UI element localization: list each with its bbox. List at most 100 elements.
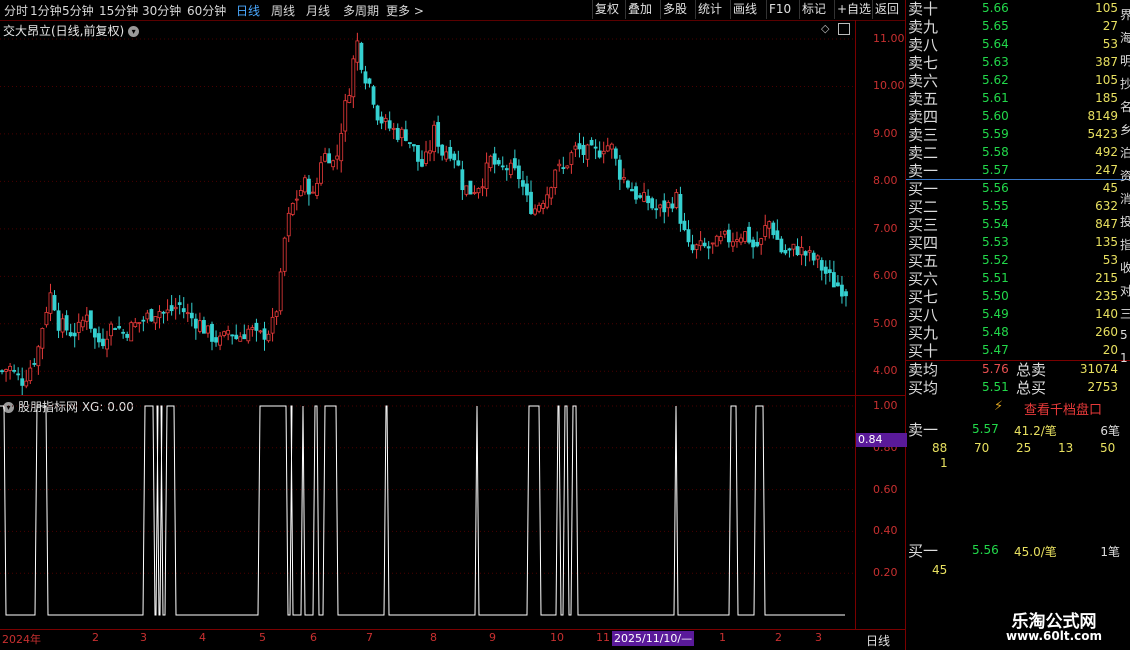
ask-total-label: 总卖 [1016,361,1047,379]
bid-level-row[interactable]: 买八 5.49 140 [906,306,1120,324]
ask-level-row[interactable]: 卖五 5.61 185 [906,90,1120,108]
level-volume: 235 [1095,289,1118,303]
level-label: 买五 [908,252,939,270]
bid-level-row[interactable]: 买二 5.55 632 [906,198,1120,216]
ask-level-row[interactable]: 卖九 5.65 27 [906,18,1120,36]
level-label: 卖三 [908,126,939,144]
bid1-count: 1笔 [1100,545,1120,559]
level-volume: 8149 [1087,109,1118,123]
clipped-char: 消 [1120,192,1130,206]
bid-level-row[interactable]: 买七 5.50 235 [906,288,1120,306]
bid1-queue-header: 买一 5.56 45.0/笔 1笔 [906,542,1120,560]
clipped-char: 海 [1120,31,1130,45]
queue-order: 88 [932,441,948,455]
level-label: 买四 [908,234,939,252]
ask-avg-label: 卖均 [908,361,939,379]
bid-level-row[interactable]: 买四 5.53 135 [906,234,1120,252]
level-volume: 847 [1095,217,1118,231]
level-label: 卖九 [908,18,939,36]
bid1-avg: 45.0/笔 [1014,545,1057,559]
level-volume: 492 [1095,145,1118,159]
ask-level-row[interactable]: 卖三 5.59 5423 [906,126,1120,144]
bid-level-row[interactable]: 买九 5.48 260 [906,324,1120,342]
indicator-tick-label: 0.60 [873,482,898,496]
bid-avg-price: 5.51 [982,380,1009,394]
date-label: 4 [199,631,206,644]
date-label: 3 [815,631,822,644]
date-label: 2024年 [2,633,41,646]
ask-level-row[interactable]: 卖一 5.57 247 [906,162,1120,180]
level-label: 买十 [908,342,939,360]
bid1-price: 5.56 [972,543,999,557]
date-axis: 2024年 2 3 4 5 6 7 8 9 10 11 1 2 3 2025/1… [0,630,905,650]
ask-avg-price: 5.76 [982,362,1009,376]
date-label: 9 [489,631,496,644]
level-label: 卖八 [908,36,939,54]
level-price: 5.66 [982,1,1009,15]
level-price: 5.52 [982,253,1009,267]
clipped-char: 对 [1120,284,1130,298]
clipped-char: 界 [1120,8,1130,22]
level-price: 5.63 [982,55,1009,69]
level-price: 5.59 [982,127,1009,141]
lightning-icon: ⚡ [994,399,1004,414]
level-label: 卖十 [908,0,939,18]
queue-order: 25 [1016,441,1032,455]
level-price: 5.47 [982,343,1009,357]
level-price: 5.49 [982,307,1009,321]
ask1-price: 5.57 [972,422,999,436]
level-price: 5.61 [982,91,1009,105]
level-price: 5.51 [982,271,1009,285]
date-label: 6 [310,631,317,644]
ask-level-row[interactable]: 卖八 5.64 53 [906,36,1120,54]
clipped-char: 乡 [1120,123,1130,137]
level-price: 5.60 [982,109,1009,123]
level-volume: 260 [1095,325,1118,339]
ask-level-row[interactable]: 卖六 5.62 105 [906,72,1120,90]
level-label: 卖四 [908,108,939,126]
indicator-axis: 1.00 0.80 0.60 0.40 0.20 [0,0,905,630]
bid-level-row[interactable]: 买六 5.51 215 [906,270,1120,288]
clipped-char: 名 [1120,100,1130,114]
indicator-tick-label: 0.40 [873,524,898,538]
bid-level-row[interactable]: 买十 5.47 20 [906,342,1120,360]
queue-order: 45 [932,563,948,577]
clipped-char: 三 [1120,307,1130,321]
ask-level-row[interactable]: 卖七 5.63 387 [906,54,1120,72]
level-volume: 247 [1095,163,1118,177]
level-price: 5.57 [982,163,1009,177]
clipped-char: 明 [1120,54,1130,68]
queue-order: 70 [974,441,990,455]
clipped-char: 抄 [1120,77,1130,91]
bid1-label: 买一 [908,542,939,560]
level-label: 买一 [908,180,939,198]
level-volume: 387 [1095,55,1118,69]
view-depth-button[interactable]: 查看千档盘口 [1024,399,1102,418]
level-price: 5.62 [982,73,1009,87]
clipped-char: 泊 [1120,146,1130,160]
ask-level-row[interactable]: 卖四 5.60 8149 [906,108,1120,126]
indicator-tick-label: 1.00 [873,399,898,412]
clipped-char: 收 [1120,261,1130,275]
clipped-char: 1 [1120,351,1128,365]
level-label: 买二 [908,198,939,216]
level-price: 5.53 [982,235,1009,249]
queue-order: 1 [940,456,948,470]
period-label: 日线 [866,634,891,648]
indicator-current-value: 0.84 [856,433,907,447]
bid-level-row[interactable]: 买五 5.52 53 [906,252,1120,270]
level-price: 5.64 [982,37,1009,51]
level-volume: 105 [1095,1,1118,15]
ask-level-row[interactable]: 卖十 5.66 105 [906,0,1120,18]
level-volume: 632 [1095,199,1118,213]
bid-level-row[interactable]: 买三 5.54 847 [906,216,1120,234]
bid-level-row[interactable]: 买一 5.56 45 [906,180,1120,198]
crosshair-date: 2025/11/10/— [612,631,695,646]
ask-level-row[interactable]: 卖二 5.58 492 [906,144,1120,162]
level-label: 买三 [908,216,939,234]
level-label: 卖一 [908,162,939,180]
level-volume: 215 [1095,271,1118,285]
bid-total-label: 总买 [1016,379,1047,397]
level-volume: 45 [1102,181,1118,195]
clipped-char: 投 [1120,215,1130,229]
